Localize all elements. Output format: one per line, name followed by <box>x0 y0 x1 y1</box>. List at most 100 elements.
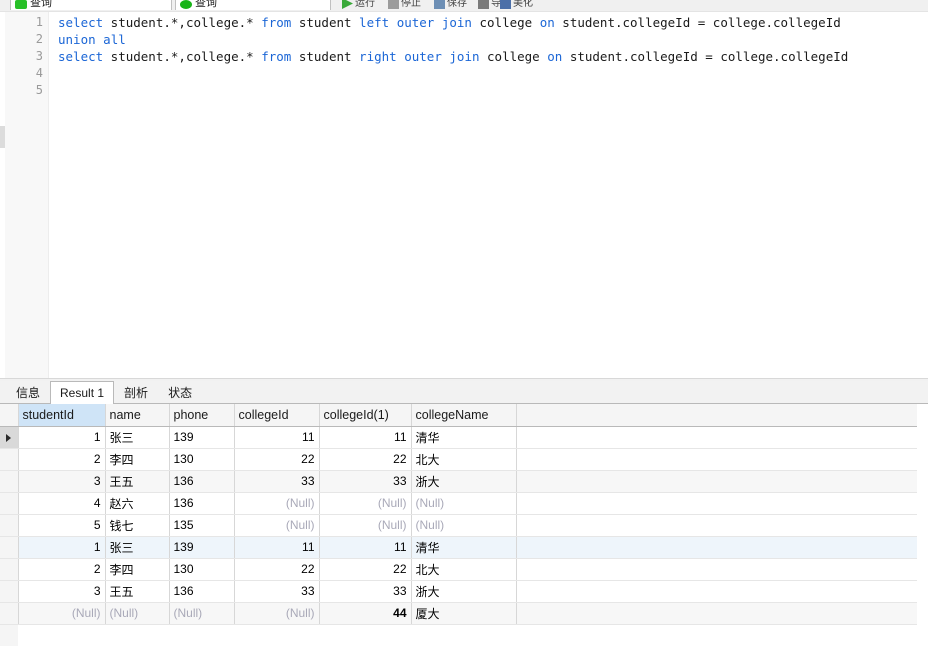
cell-studentid[interactable]: 1 <box>18 426 106 449</box>
line-number: 2 <box>35 32 43 46</box>
cell-collegename[interactable]: 厦大 <box>411 602 517 625</box>
column-header-name[interactable]: name <box>105 404 170 427</box>
cell-name[interactable]: 王五 <box>105 470 170 493</box>
cell-collegeid[interactable]: 22 <box>234 448 320 471</box>
export-icon <box>478 0 489 9</box>
cell-phone[interactable]: (Null) <box>169 602 235 625</box>
cell-value: 浙大 <box>415 474 440 489</box>
table-row[interactable]: 2 李四 130 22 22 北大 <box>0 448 917 471</box>
cell-collegeid-1-[interactable]: (Null) <box>319 492 412 515</box>
cell-collegeid-1-[interactable]: (Null) <box>319 514 412 537</box>
cell-phone[interactable]: 139 <box>169 536 235 559</box>
table-row[interactable]: 5 钱七 135 (Null) (Null) (Null) <box>0 514 917 537</box>
cell-phone[interactable]: 136 <box>169 492 235 515</box>
beautify-button[interactable]: 美化 <box>500 0 533 9</box>
row-marker[interactable] <box>0 580 19 603</box>
sql-editor[interactable]: select student.*,college.* from student … <box>0 11 928 378</box>
cell-phone[interactable]: 136 <box>169 470 235 493</box>
cell-collegeid[interactable]: (Null) <box>234 492 320 515</box>
cell-phone[interactable]: 135 <box>169 514 235 537</box>
cell-collegeid-1-[interactable]: 11 <box>319 536 412 559</box>
query-tab-1[interactable]: 查询 <box>10 0 172 10</box>
result-tab-0[interactable]: 信息 <box>6 381 50 403</box>
row-marker[interactable] <box>0 470 19 493</box>
result-tab-3[interactable]: 状态 <box>158 381 202 403</box>
cell-collegeid-1-[interactable]: 22 <box>319 448 412 471</box>
cell-studentid[interactable]: 2 <box>18 558 106 581</box>
table-row[interactable]: 3 王五 136 33 33 浙大 <box>0 580 917 603</box>
table-row[interactable]: 4 赵六 136 (Null) (Null) (Null) <box>0 492 917 515</box>
code-line[interactable]: union all <box>58 31 126 48</box>
cell-phone[interactable]: 136 <box>169 580 235 603</box>
current-row-marker[interactable] <box>0 426 19 449</box>
table-row[interactable]: 2 李四 130 22 22 北大 <box>0 558 917 581</box>
cell-studentid[interactable]: 5 <box>18 514 106 537</box>
code-line[interactable]: select student.*,college.* from student … <box>58 14 841 31</box>
row-marker[interactable] <box>0 514 19 537</box>
cell-collegeid-1-[interactable]: 11 <box>319 426 412 449</box>
cell-name[interactable]: 张三 <box>105 536 170 559</box>
cell-studentid[interactable]: 3 <box>18 470 106 493</box>
table-row[interactable]: 3 王五 136 33 33 浙大 <box>0 470 917 493</box>
cell-name[interactable]: 王五 <box>105 580 170 603</box>
cell-phone[interactable]: 139 <box>169 426 235 449</box>
cell-studentid[interactable]: (Null) <box>18 602 106 625</box>
column-header-collegeid-1-[interactable]: collegeId(1) <box>319 404 412 427</box>
result-grid[interactable]: studentId name phone collegeId collegeId(1) c… <box>0 404 928 646</box>
cell-name[interactable]: 李四 <box>105 448 170 471</box>
cell-phone[interactable]: 130 <box>169 558 235 581</box>
run-button[interactable]: 运行 <box>342 0 375 9</box>
cell-collegeid[interactable]: 22 <box>234 558 320 581</box>
cell-collegename[interactable]: 浙大 <box>411 580 517 603</box>
cell-collegename[interactable]: 北大 <box>411 448 517 471</box>
row-marker[interactable] <box>0 536 19 559</box>
cell-name[interactable]: 张三 <box>105 426 170 449</box>
cell-collegename[interactable]: 清华 <box>411 536 517 559</box>
row-marker[interactable] <box>0 492 19 515</box>
cell-collegename[interactable]: 清华 <box>411 426 517 449</box>
stop-button[interactable]: 停止 <box>388 0 421 9</box>
table-row[interactable]: (Null) (Null) (Null) (Null) 44 厦大 <box>0 602 917 625</box>
cell-studentid[interactable]: 3 <box>18 580 106 603</box>
row-marker[interactable] <box>0 448 19 471</box>
column-header-collegename[interactable]: collegeName <box>411 404 517 427</box>
row-marker[interactable] <box>0 558 19 581</box>
cell-name[interactable]: 钱七 <box>105 514 170 537</box>
cell-collegeid-1-[interactable]: 33 <box>319 470 412 493</box>
table-row[interactable]: 1 张三 139 11 11 清华 <box>0 426 917 449</box>
query-tab-2[interactable]: 查询 <box>175 0 331 10</box>
cell-studentid[interactable]: 1 <box>18 536 106 559</box>
save-label: 保存 <box>447 0 467 9</box>
cell-value: 张三 <box>109 430 134 445</box>
cell-collegename[interactable]: (Null) <box>411 492 517 515</box>
cell-collegeid-1-[interactable]: 33 <box>319 580 412 603</box>
row-marker[interactable] <box>0 602 19 625</box>
cell-name[interactable]: 李四 <box>105 558 170 581</box>
cell-collegeid[interactable]: 33 <box>234 580 320 603</box>
cell-collegeid[interactable]: (Null) <box>234 602 320 625</box>
column-header-collegeid[interactable]: collegeId <box>234 404 320 427</box>
cell-collegeid[interactable]: (Null) <box>234 514 320 537</box>
cell-name[interactable]: 赵六 <box>105 492 170 515</box>
result-tab-2[interactable]: 剖析 <box>114 381 158 403</box>
save-button[interactable]: 保存 <box>434 0 467 9</box>
column-header-studentid[interactable]: studentId <box>18 404 106 427</box>
cell-collegeid[interactable]: 11 <box>234 426 320 449</box>
cell-filler <box>516 558 917 581</box>
code-line[interactable]: select student.*,college.* from student … <box>58 48 848 65</box>
cell-collegename[interactable]: 浙大 <box>411 470 517 493</box>
cell-name[interactable]: (Null) <box>105 602 170 625</box>
cell-collegeid[interactable]: 33 <box>234 470 320 493</box>
cell-collegeid[interactable]: 11 <box>234 536 320 559</box>
column-header-phone[interactable]: phone <box>169 404 235 427</box>
result-tab-1[interactable]: Result 1 <box>50 381 115 404</box>
table-row[interactable]: 1 张三 139 11 11 清华 <box>0 536 917 559</box>
cell-phone[interactable]: 130 <box>169 448 235 471</box>
cell-collegeid-1-[interactable]: 22 <box>319 558 412 581</box>
line-number: 1 <box>35 15 43 29</box>
cell-collegename[interactable]: (Null) <box>411 514 517 537</box>
cell-studentid[interactable]: 2 <box>18 448 106 471</box>
cell-collegename[interactable]: 北大 <box>411 558 517 581</box>
cell-studentid[interactable]: 4 <box>18 492 106 515</box>
cell-collegeid-1-[interactable]: 44 <box>319 602 412 625</box>
